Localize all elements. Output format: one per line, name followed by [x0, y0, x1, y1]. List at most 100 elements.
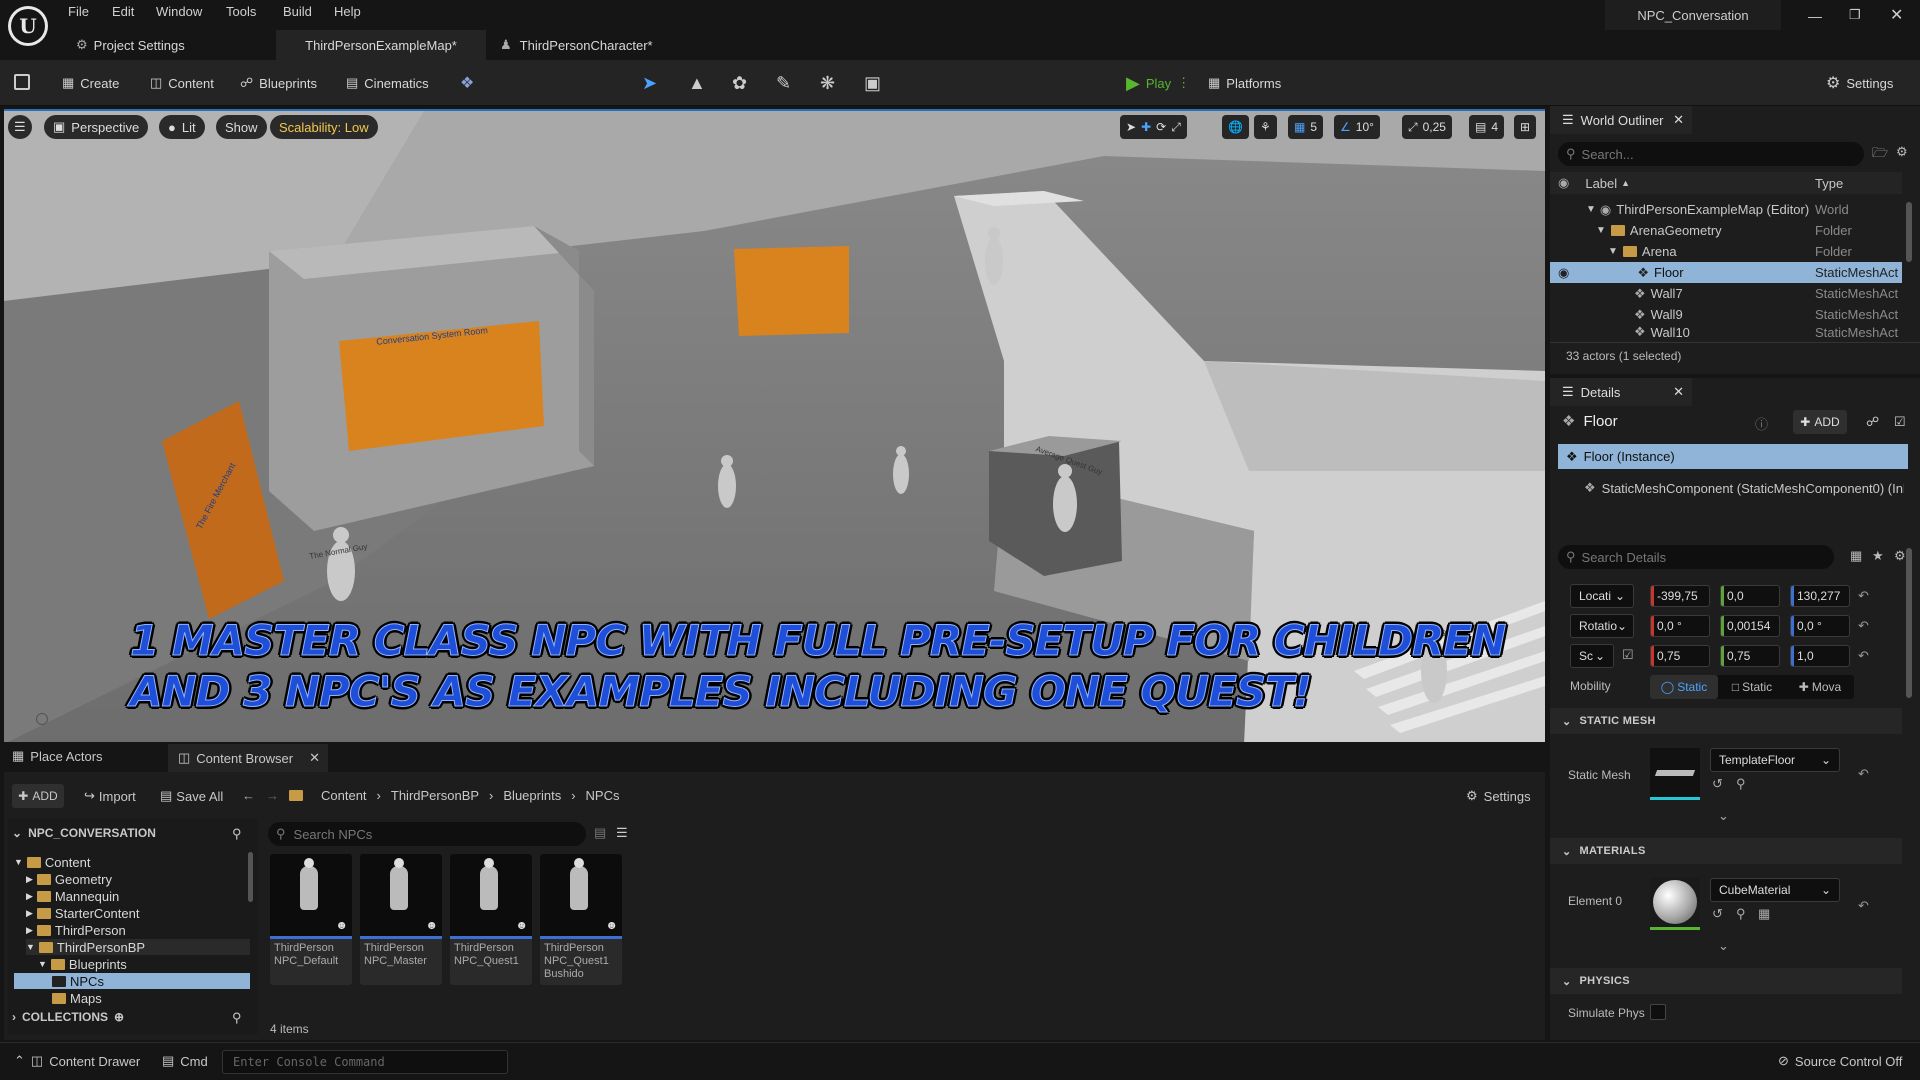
tab-content-browser[interactable]: ◫ Content Browser ✕ — [168, 744, 328, 772]
close-tab-icon[interactable]: ✕ — [1673, 112, 1684, 128]
instance-row[interactable]: ❖ Floor (Instance) — [1558, 444, 1908, 469]
sources-scrollbar[interactable] — [248, 852, 253, 902]
static-mesh-thumbnail[interactable] — [1650, 748, 1700, 800]
collections-header[interactable]: › COLLECTIONS ⊕ — [12, 1010, 124, 1024]
gear-icon[interactable]: ⚙ — [1896, 144, 1908, 160]
viewport-menu-button[interactable]: ☰ — [8, 115, 32, 139]
grid-snap-button[interactable]: ▦ 5 — [1288, 115, 1324, 139]
import-button[interactable]: ↪ Import — [84, 788, 136, 804]
perspective-button[interactable]: ▣ Perspective — [44, 115, 149, 139]
rotation-y-field[interactable]: 0,00154 — [1720, 615, 1780, 637]
scale-x-field[interactable]: 0,75 — [1650, 645, 1710, 667]
details-scrollbar[interactable] — [1906, 548, 1912, 698]
outliner-row-wall9[interactable]: ❖ Wall9 StaticMeshAct — [1550, 304, 1902, 325]
close-tab-icon[interactable]: ✕ — [309, 750, 320, 766]
expand-chevron-icon[interactable]: ⌄ — [1718, 938, 1729, 954]
tree-item-geometry[interactable]: ▶ Geometry — [26, 871, 112, 887]
menu-window[interactable]: Window — [156, 4, 202, 19]
rotation-dropdown[interactable]: Rotatio ⌄ — [1570, 614, 1634, 638]
location-y-field[interactable]: 0,0 — [1720, 585, 1780, 607]
fracture-mode-icon[interactable]: ❋ — [820, 73, 842, 95]
physics-section-header[interactable]: ⌄ PHYSICS — [1550, 968, 1902, 994]
show-button[interactable]: Show — [216, 115, 267, 139]
breadcrumb-blueprints[interactable]: Blueprints — [503, 788, 561, 803]
browse-icon[interactable]: ⚲ — [1736, 906, 1746, 922]
tree-item-npcs[interactable]: NPCs — [14, 973, 250, 989]
reset-icon[interactable]: ↶ — [1858, 618, 1869, 634]
create-button[interactable]: ▦ Create — [62, 70, 119, 96]
col-label[interactable]: Label — [1585, 176, 1617, 191]
details-search[interactable]: ⚲ Search Details — [1558, 545, 1834, 569]
material-dropdown[interactable]: CubeMaterial ⌄ — [1710, 878, 1840, 902]
browse-icon[interactable]: ⚲ — [1736, 776, 1746, 792]
foliage-mode-icon[interactable]: ✿ — [732, 73, 754, 95]
outliner-row-arenageometry[interactable]: ▼ ArenaGeometry Folder — [1550, 220, 1902, 241]
add-component-button[interactable]: ✚ ADD — [1793, 410, 1847, 434]
geometry-mode-icon[interactable]: ▣ — [864, 73, 886, 95]
rotate-tool-icon[interactable]: ⟳ — [1156, 120, 1166, 134]
tab-map[interactable]: ThirdPersonExampleMap* — [276, 30, 486, 60]
tree-item-blueprints[interactable]: ▼ Blueprints — [38, 956, 127, 972]
asset-npc-quest1[interactable]: ☻ ThirdPerson NPC_Quest1 — [450, 854, 532, 985]
sources-root[interactable]: ⌄ NPC_CONVERSATION — [12, 826, 156, 840]
tree-item-thirdperson[interactable]: ▶ ThirdPerson — [26, 922, 126, 938]
breadcrumb-thirdpersonbp[interactable]: ThirdPersonBP — [391, 788, 479, 803]
select-mode-icon[interactable]: ➤ — [642, 73, 664, 95]
static-mesh-section-header[interactable]: ⌄ STATIC MESH — [1550, 708, 1902, 734]
surface-snap-toggle[interactable]: ⚘ — [1254, 115, 1277, 139]
source-control-button[interactable]: ⊘ Source Control Off — [1778, 1053, 1902, 1069]
blueprint-icon[interactable]: ☍ — [1866, 414, 1879, 430]
tab-details[interactable]: ☰ Details ✕ — [1550, 378, 1692, 406]
save-search-icon[interactable]: ▤ — [594, 825, 606, 841]
blueprints-button[interactable]: ☍ Blueprints — [240, 70, 317, 96]
material-thumbnail[interactable] — [1650, 878, 1700, 930]
simulate-physics-checkbox[interactable] — [1650, 1004, 1666, 1020]
tree-item-content[interactable]: ▼ Content — [14, 854, 90, 870]
rotation-snap-button[interactable]: ∠ 10° — [1334, 115, 1380, 139]
location-dropdown[interactable]: Locati ⌄ — [1570, 584, 1634, 608]
unreal-logo-icon[interactable]: U — [8, 6, 48, 46]
asset-npc-quest1-bushido[interactable]: ☻ ThirdPerson NPC_Quest1 Bushido — [540, 854, 622, 985]
cmd-button[interactable]: ▤ Cmd — [162, 1053, 208, 1069]
menu-tools[interactable]: Tools — [226, 4, 256, 19]
outliner-scrollbar[interactable] — [1906, 202, 1912, 262]
expand-chevron-icon[interactable]: ⌄ — [1718, 808, 1729, 824]
tab-place-actors[interactable]: ▦ Place Actors — [12, 748, 103, 764]
use-selected-icon[interactable]: ↺ — [1712, 906, 1723, 922]
forward-icon[interactable]: → — [266, 788, 279, 803]
move-tool-icon[interactable]: ✚ — [1141, 120, 1151, 134]
restore-button[interactable]: ❐ — [1849, 7, 1861, 23]
tree-item-mannequin[interactable]: ▶ Mannequin — [26, 888, 119, 904]
tree-item-maps[interactable]: Maps — [52, 990, 102, 1006]
visibility-icon[interactable]: ◉ — [1558, 175, 1569, 191]
outliner-search[interactable]: ⚲ Search... — [1558, 142, 1864, 166]
lock-icon[interactable]: ☑ — [1622, 647, 1634, 663]
outliner-row-floor[interactable]: ◉ ❖ Floor StaticMeshAct — [1550, 262, 1902, 283]
menu-build[interactable]: Build — [283, 4, 312, 19]
eye-icon[interactable]: ◉ — [1558, 265, 1569, 281]
scale-tool-icon[interactable]: ⤢ — [1171, 120, 1181, 135]
select-tool-icon[interactable]: ➤ — [1126, 120, 1136, 134]
asset-npc-master[interactable]: ☻ ThirdPerson NPC_Master — [360, 854, 442, 985]
search-icon[interactable]: ⚲ — [232, 1010, 242, 1026]
reset-icon[interactable]: ↶ — [1858, 766, 1869, 782]
location-z-field[interactable]: 130,277 — [1790, 585, 1850, 607]
modeling-icon[interactable]: ❖ — [460, 73, 482, 95]
tab-character[interactable]: ♟ ThirdPersonCharacter* — [486, 30, 667, 60]
component-row[interactable]: ❖ StaticMeshComponent (StaticMeshCompone… — [1584, 480, 1904, 496]
scale-z-field[interactable]: 1,0 — [1790, 645, 1850, 667]
back-icon[interactable]: ← — [242, 788, 255, 803]
camera-speed-button[interactable]: ▤ 4 — [1469, 115, 1505, 139]
scale-y-field[interactable]: 0,75 — [1720, 645, 1780, 667]
menu-file[interactable]: File — [68, 4, 89, 19]
breadcrumb-npcs[interactable]: NPCs — [586, 788, 620, 803]
mesh-paint-mode-icon[interactable]: ✎ — [776, 73, 798, 95]
landscape-mode-icon[interactable]: ▲ — [688, 73, 710, 95]
col-type[interactable]: Type — [1815, 176, 1843, 191]
content-drawer-button[interactable]: ⌃ ◫ Content Drawer — [14, 1053, 140, 1069]
toolbar-settings-button[interactable]: ⚙ Settings — [1826, 70, 1893, 96]
mobility-stationary-option[interactable]: □ Static — [1718, 675, 1786, 699]
cinematics-button[interactable]: ▤ Cinematics — [346, 70, 429, 96]
tab-project-settings[interactable]: ⚙ Project Settings — [62, 30, 199, 60]
mobility-static-option[interactable]: ◯ Static — [1650, 675, 1718, 699]
